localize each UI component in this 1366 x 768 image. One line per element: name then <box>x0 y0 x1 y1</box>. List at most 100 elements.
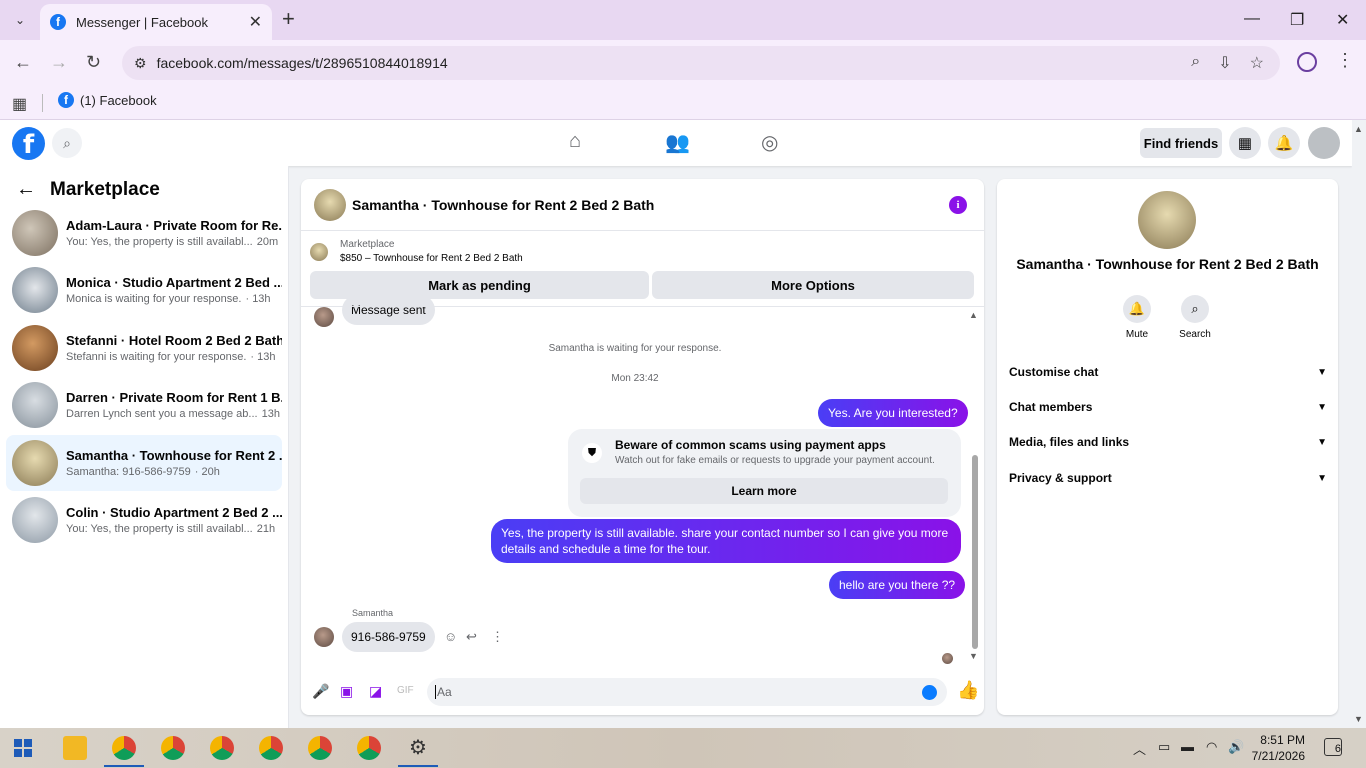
gif-icon[interactable]: GIF <box>397 685 414 696</box>
conversation-item[interactable]: Adam-Laura · Private Room for Re... You:… <box>6 205 282 261</box>
conversation-preview: You: Yes, the property is still availabl… <box>66 523 253 535</box>
chrome-icon[interactable] <box>112 736 136 760</box>
outgoing-message[interactable]: Yes, the property is still available. sh… <box>491 519 961 563</box>
sender-name: Samantha <box>352 608 394 618</box>
chevron-down-icon: ▼ <box>1317 472 1327 484</box>
volume-icon[interactable]: 🔊 <box>1228 739 1244 755</box>
tab-close-icon[interactable]: ✕ <box>249 12 262 32</box>
incoming-message[interactable]: 916-586-9759 <box>342 622 435 652</box>
emoji-icon[interactable] <box>922 685 937 700</box>
install-app-icon[interactable]: ⇩ <box>1218 53 1231 73</box>
minimize-icon[interactable]: — <box>1244 10 1260 28</box>
tray-device-icon[interactable]: ▭ <box>1158 739 1170 755</box>
chrome-icon[interactable] <box>308 736 332 760</box>
search-in-chat-button[interactable]: ⌕ Search <box>1170 295 1220 340</box>
friends-icon[interactable]: 👥 <box>665 130 690 155</box>
url-text: facebook.com/messages/t/2896510844018914 <box>156 55 448 71</box>
active-app-indicator <box>104 765 144 767</box>
sticker-icon[interactable]: ◪ <box>369 683 382 700</box>
reload-icon[interactable]: ↻ <box>86 52 101 73</box>
sidebar-header: ← Marketplace <box>16 178 160 201</box>
scroll-down-arrow-icon[interactable]: ▼ <box>969 651 978 661</box>
chat-title[interactable]: Samantha · Townhouse for Rent 2 Bed 2 Ba… <box>352 197 654 213</box>
back-arrow-icon[interactable]: ← <box>14 52 32 73</box>
back-arrow-icon[interactable]: ← <box>16 178 36 201</box>
tab-search-chevron-icon[interactable]: ⌄ <box>8 8 32 32</box>
info-icon[interactable]: i <box>949 196 967 214</box>
listing-thumbnail <box>12 325 58 371</box>
page-scrollbar[interactable]: ▲ ▼ <box>1352 120 1366 728</box>
settings-gear-icon[interactable]: ⚙ <box>406 737 430 761</box>
window-close-icon[interactable]: ✕ <box>1336 10 1349 30</box>
account-avatar[interactable] <box>1308 127 1340 159</box>
react-emoji-icon[interactable]: ☺ <box>444 629 457 644</box>
menu-grid-icon[interactable]: ▦ <box>1229 127 1261 159</box>
chrome-icon[interactable] <box>161 736 185 760</box>
windows-start-icon[interactable] <box>14 739 32 757</box>
zoom-icon[interactable]: ⌕ <box>1191 53 1200 73</box>
outgoing-message[interactable]: Yes. Are you interested? <box>818 399 968 427</box>
browser-tab-bar: ⌄ f Messenger | Facebook ✕ + — ❐ ✕ <box>0 0 1366 40</box>
thumbs-up-icon[interactable]: 👍 <box>957 680 979 701</box>
tray-chevron-up-icon[interactable]: ︿ <box>1133 739 1146 758</box>
conversation-item[interactable]: Stefanni · Hotel Room 2 Bed 2 Bath Stefa… <box>6 320 282 376</box>
notification-center-icon[interactable]: 6 <box>1324 738 1342 756</box>
chrome-icon[interactable] <box>210 736 234 760</box>
scam-warning-text: Watch out for fake emails or requests to… <box>615 455 935 466</box>
search-icon[interactable]: ⌕ <box>52 128 82 158</box>
mute-button[interactable]: 🔔 Mute <box>1112 295 1162 340</box>
reply-icon[interactable]: ↩ <box>466 629 477 645</box>
groups-icon[interactable]: ◎ <box>761 130 778 155</box>
customise-chat-section[interactable]: Customise chat ▼ <box>1009 360 1327 384</box>
browser-tab-messenger[interactable]: f Messenger | Facebook ✕ <box>40 4 272 40</box>
chrome-icon[interactable] <box>357 736 381 760</box>
browser-profile-icon[interactable] <box>1297 52 1317 72</box>
forward-arrow-icon[interactable]: → <box>50 52 68 73</box>
more-actions-icon[interactable]: ⋮ <box>491 629 504 645</box>
chevron-down-icon: ▼ <box>1317 401 1327 413</box>
facebook-logo-icon[interactable]: f <box>12 127 45 160</box>
bookmark-facebook[interactable]: f (1) Facebook <box>58 92 157 108</box>
browser-menu-icon[interactable]: ⋮ <box>1336 50 1354 71</box>
scroll-down-arrow-icon[interactable]: ▼ <box>1354 714 1363 724</box>
file-explorer-icon[interactable] <box>63 736 87 760</box>
chat-members-section[interactable]: Chat members ▼ <box>1009 395 1327 419</box>
outgoing-message[interactable]: hello are you there ?? <box>829 571 966 599</box>
restore-icon[interactable]: ❐ <box>1290 10 1304 30</box>
conversation-item[interactable]: Colin · Studio Apartment 2 Bed 2 ... You… <box>6 492 282 548</box>
clock-date: 7/21/2026 <box>1251 749 1305 763</box>
home-icon[interactable]: ⌂ <box>569 130 581 153</box>
notifications-bell-icon[interactable]: 🔔 <box>1268 127 1300 159</box>
facebook-top-nav: f ⌕ ⌂ 👥 ◎ Find friends ▦ 🔔 <box>0 120 1352 166</box>
apps-grid-icon[interactable]: ▦ <box>12 94 27 114</box>
section-label: Media, files and links <box>1009 435 1130 449</box>
browser-toolbar: ← → ↻ ⚙ facebook.com/messages/t/28965108… <box>0 40 1366 86</box>
scroll-up-arrow-icon[interactable]: ▲ <box>969 310 978 320</box>
system-clock[interactable]: 8:51 PM 7/21/2026 <box>1249 732 1305 764</box>
scroll-up-arrow-icon[interactable]: ▲ <box>1354 124 1363 134</box>
photo-icon[interactable]: ▣ <box>340 683 353 700</box>
bookmark-star-icon[interactable]: ☆ <box>1250 53 1264 73</box>
marketplace-listing[interactable]: Marketplace $850 – Townhouse for Rent 2 … <box>310 239 523 264</box>
conversation-preview: Stefanni is waiting for your response. <box>66 351 247 363</box>
conversation-item-active[interactable]: Samantha · Townhouse for Rent 2 ... Sama… <box>6 435 282 491</box>
new-tab-plus-icon[interactable]: + <box>282 8 295 30</box>
conversation-preview: Samantha: 916-586-9759 <box>66 466 191 478</box>
listing-avatar[interactable] <box>314 188 346 221</box>
microphone-icon[interactable]: 🎤 <box>312 683 329 700</box>
battery-icon[interactable]: ▬ <box>1181 739 1194 754</box>
wifi-icon[interactable]: ◠ <box>1206 739 1217 755</box>
address-bar[interactable]: ⚙ facebook.com/messages/t/28965108440189… <box>122 46 1280 80</box>
message-input[interactable]: Aa <box>427 678 947 706</box>
find-friends-button[interactable]: Find friends <box>1140 128 1222 158</box>
privacy-support-section[interactable]: Privacy & support ▼ <box>1009 466 1327 490</box>
listing-thumbnail <box>310 242 328 261</box>
chat-scrollbar-thumb[interactable] <box>972 455 978 649</box>
site-info-icon[interactable]: ⚙ <box>134 55 147 72</box>
conversation-item[interactable]: Darren · Private Room for Rent 1 B... Da… <box>6 377 282 433</box>
learn-more-button[interactable]: Learn more <box>580 478 948 504</box>
conversation-item[interactable]: Monica · Studio Apartment 2 Bed ... Moni… <box>6 262 282 318</box>
more-options-button[interactable]: More Options <box>652 271 974 299</box>
media-files-links-section[interactable]: Media, files and links ▼ <box>1009 430 1327 454</box>
chrome-icon[interactable] <box>259 736 283 760</box>
